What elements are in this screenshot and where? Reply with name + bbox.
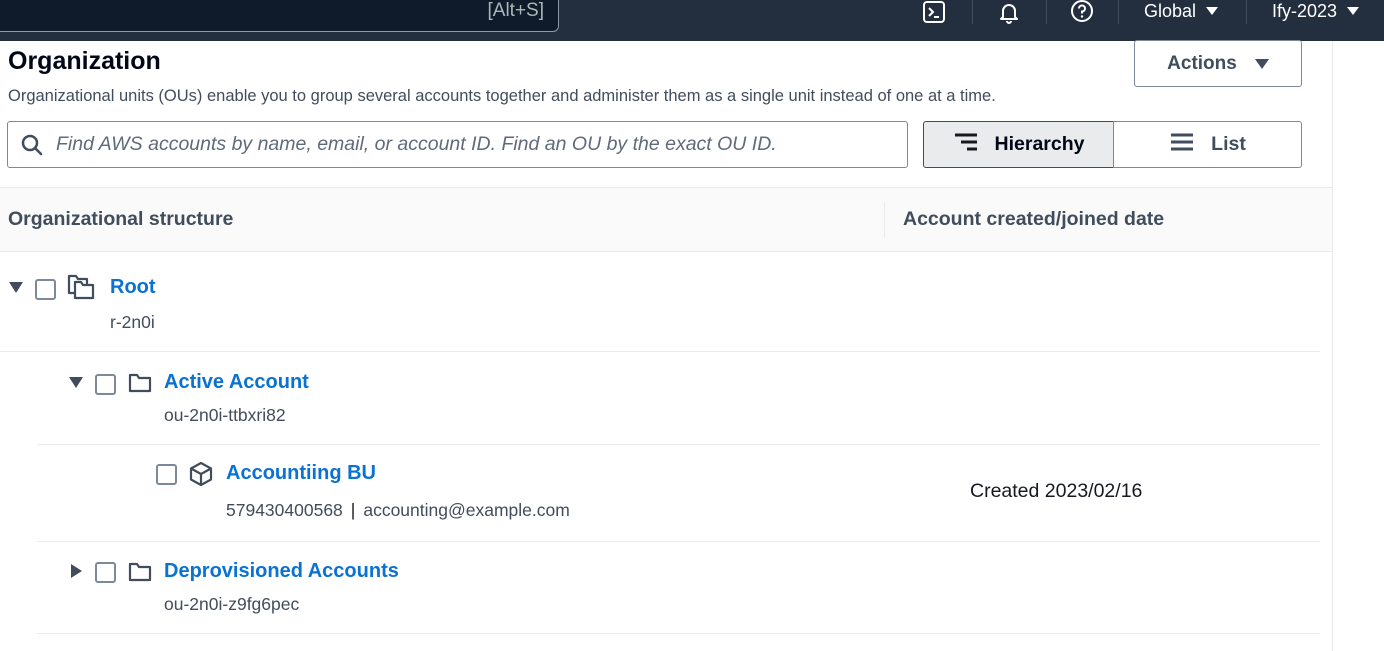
nav-divider <box>1246 0 1247 24</box>
chevron-down-icon <box>1254 58 1269 69</box>
row-divider <box>37 633 1320 634</box>
global-search-field[interactable]: [Alt+S] <box>0 0 559 32</box>
caret-down-icon <box>9 281 23 293</box>
ou-id: ou-2n0i-z9fg6pec <box>164 594 300 614</box>
account-created-date: Created 2023/02/16 <box>970 480 1143 502</box>
row-checkbox-deprovisioned[interactable] <box>95 562 116 583</box>
actions-button[interactable]: Actions <box>1134 40 1302 87</box>
nav-divider <box>1118 0 1119 24</box>
expand-toggle-root[interactable] <box>7 278 25 296</box>
cloudshell-icon[interactable] <box>920 0 948 24</box>
account-details: 579430400568 | accounting@example.com <box>226 500 570 521</box>
table-header: Organizational structure Account created… <box>0 187 1332 252</box>
caret-down-icon <box>69 376 83 388</box>
ou-link-deprovisioned[interactable]: Deprovisioned Accounts <box>164 560 399 583</box>
search-icon <box>8 133 56 157</box>
list-label: List <box>1211 133 1246 155</box>
region-selector[interactable]: Global <box>1144 0 1219 22</box>
cube-icon <box>187 460 215 488</box>
folder-icon <box>126 369 154 397</box>
nav-divider <box>1046 0 1047 24</box>
page-description: Organizational units (OUs) enable you to… <box>8 87 996 105</box>
ou-link-active-account[interactable]: Active Account <box>164 371 309 394</box>
hierarchy-view-button[interactable]: Hierarchy <box>923 121 1114 168</box>
chevron-down-icon <box>1347 7 1360 15</box>
actions-label: Actions <box>1167 52 1237 74</box>
row-checkbox-accounting-bu[interactable] <box>156 464 177 485</box>
column-header-created-date: Account created/joined date <box>903 208 1165 230</box>
region-label: Global <box>1144 0 1197 21</box>
expand-toggle-deprovisioned[interactable] <box>67 562 85 580</box>
list-icon <box>1169 132 1195 158</box>
root-folders-icon <box>67 273 95 301</box>
page-title: Organization <box>8 47 161 75</box>
ou-id: ou-2n0i-ttbxri82 <box>164 405 286 425</box>
column-header-structure: Organizational structure <box>8 208 234 230</box>
search-shortcut-hint: [Alt+S] <box>487 0 545 21</box>
account-email: accounting@example.com <box>363 500 570 520</box>
row-divider <box>37 541 1320 542</box>
list-view-button[interactable]: List <box>1113 121 1302 168</box>
row-checkbox-active-account[interactable] <box>95 374 116 395</box>
nav-divider <box>972 0 973 24</box>
account-label: Ify-2023 <box>1272 0 1338 21</box>
separator: | <box>350 500 356 520</box>
caret-right-icon <box>70 564 82 578</box>
chevron-down-icon <box>1206 7 1219 15</box>
account-id: 579430400568 <box>226 500 343 520</box>
top-navigation-bar: [Alt+S] Global Ify-2023 <box>0 0 1384 41</box>
bell-icon[interactable] <box>995 0 1023 24</box>
row-divider <box>0 351 1320 352</box>
hierarchy-label: Hierarchy <box>994 133 1085 155</box>
search-input[interactable] <box>56 133 907 156</box>
row-checkbox-root[interactable] <box>35 279 56 300</box>
folder-icon <box>126 558 154 586</box>
expand-toggle-active-account[interactable] <box>67 373 85 391</box>
account-menu[interactable]: Ify-2023 <box>1272 0 1360 22</box>
help-icon[interactable] <box>1068 0 1096 24</box>
right-gutter <box>1332 41 1384 651</box>
row-divider <box>37 444 1320 445</box>
account-search-field[interactable] <box>7 121 908 168</box>
column-divider[interactable] <box>884 203 885 237</box>
hierarchy-icon <box>953 132 979 158</box>
root-link[interactable]: Root <box>110 276 156 299</box>
root-id: r-2n0i <box>110 312 155 332</box>
account-link-accounting-bu[interactable]: Accountiing BU <box>226 462 376 485</box>
